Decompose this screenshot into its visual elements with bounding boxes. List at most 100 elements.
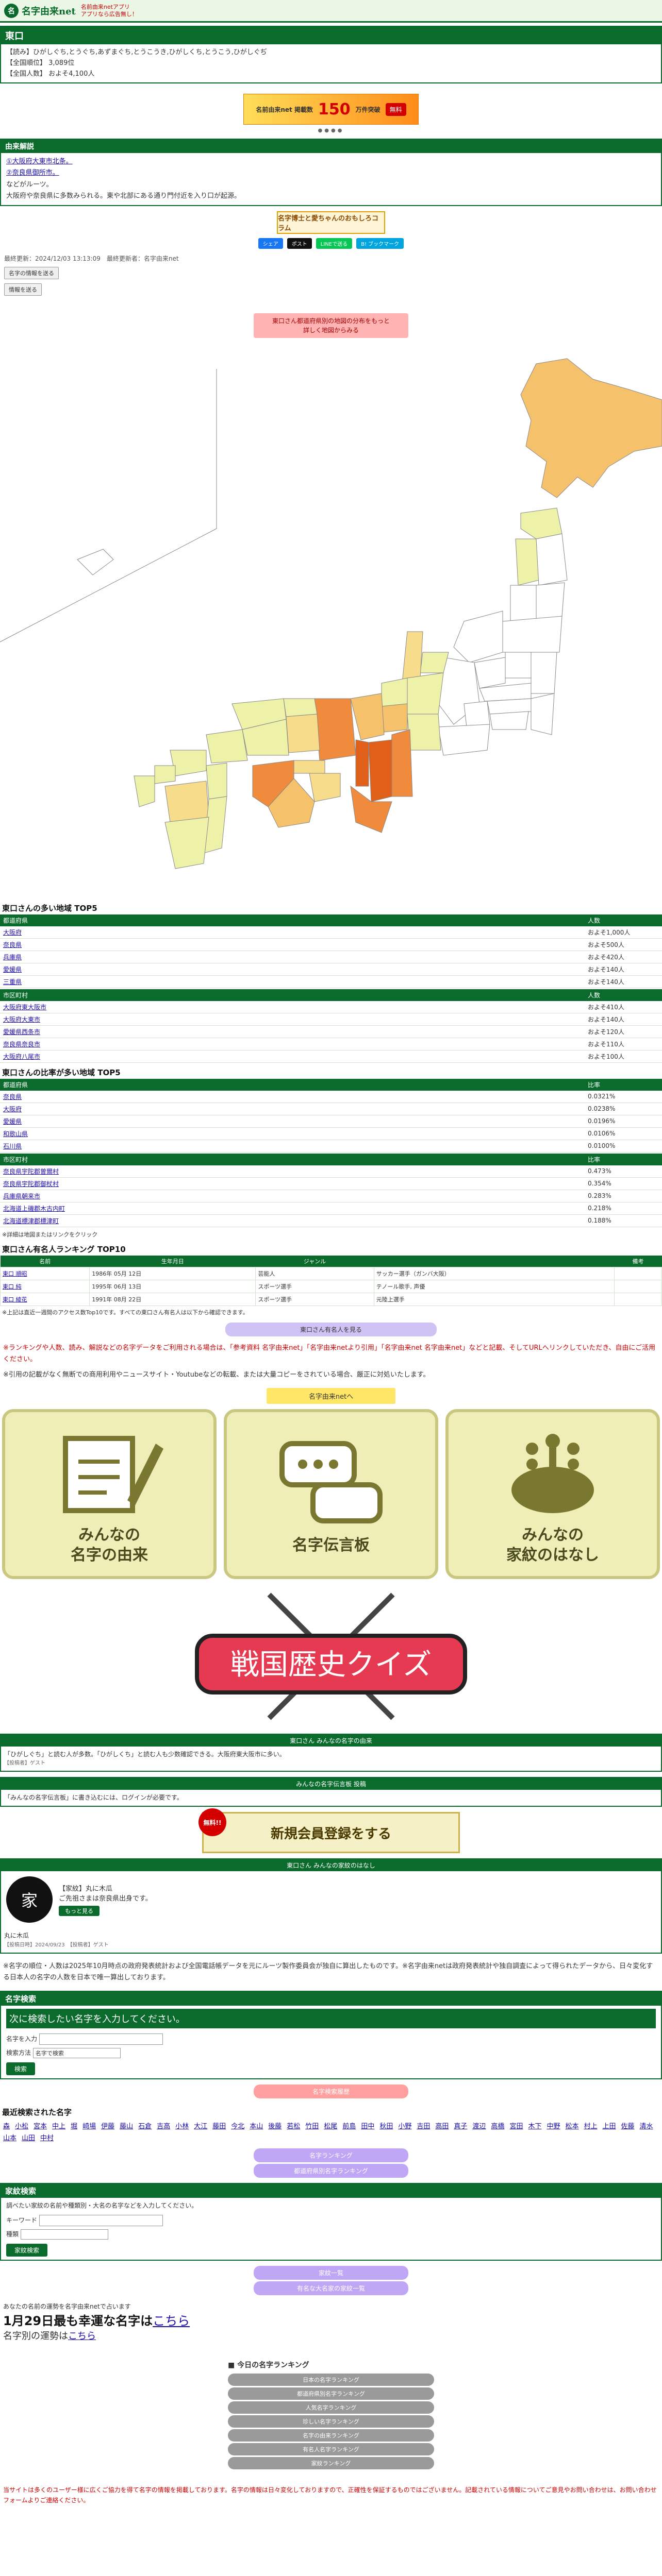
kamon-more-button[interactable]: もっと見る (59, 1906, 100, 1917)
recent-name-link[interactable]: 山本 (3, 2134, 16, 2142)
more-famous-button[interactable]: 東口さん有名人を見る (225, 1322, 437, 1336)
facebook-share-button[interactable]: シェア (258, 238, 283, 249)
pref-link[interactable]: 愛媛県 (3, 1118, 22, 1125)
recent-name-link[interactable]: 後藤 (268, 2123, 282, 2130)
recent-name-link[interactable]: 真子 (454, 2123, 467, 2130)
recent-name-link[interactable]: 渡辺 (472, 2123, 486, 2130)
pref-link[interactable]: 大阪府 (3, 929, 22, 936)
recent-name-link[interactable]: 上田 (603, 2123, 616, 2130)
pref-fukui[interactable] (381, 677, 408, 707)
recent-name-link[interactable]: 森 (3, 2123, 10, 2130)
pref-yamagata[interactable] (510, 585, 537, 622)
column-banner[interactable]: 名字博士と愛ちゃんのおもしろコラム (277, 211, 385, 234)
pref-oita[interactable] (206, 762, 227, 800)
pref-shizuoka[interactable] (438, 724, 490, 756)
pref-link[interactable]: 石川県 (3, 1143, 22, 1150)
city-link[interactable]: 奈良県宇陀郡曽爾村 (3, 1168, 59, 1175)
recent-name-link[interactable]: 村上 (584, 2123, 598, 2130)
recent-name-link[interactable]: 宮本 (34, 2123, 47, 2130)
site-link-button[interactable]: 名字由来netへ (267, 1388, 395, 1404)
register-button[interactable]: 無料!! 新規会員登録をする (198, 1808, 460, 1854)
recent-name-link[interactable]: 堀 (71, 2123, 77, 2130)
recent-name-link[interactable]: 宮田 (509, 2123, 523, 2130)
recent-name-link[interactable]: 山田 (22, 2134, 35, 2142)
report-button[interactable]: 情報を送る (4, 283, 42, 296)
pref-yamaguchi[interactable] (206, 729, 248, 764)
surname-ranking-button[interactable]: 名字ランキング (254, 2148, 408, 2162)
pref-akita[interactable] (515, 538, 539, 586)
recent-name-link[interactable]: 竹田 (305, 2123, 319, 2130)
daily-med-link[interactable]: こちら (68, 2331, 96, 2342)
pref-shiga[interactable] (381, 703, 408, 733)
pref-nagasaki[interactable] (134, 775, 155, 807)
pref-chiba[interactable] (531, 693, 555, 735)
pref-yamanashi[interactable] (464, 701, 490, 727)
famous-name[interactable]: 東口 綾花 (3, 1296, 27, 1303)
recent-name-link[interactable]: 藤山 (120, 2123, 133, 2130)
ranking-list-item[interactable]: 珍しい名字ランキング (228, 2415, 434, 2428)
hatena-bookmark-button[interactable]: B! ブックマーク (356, 238, 404, 249)
line-share-button[interactable]: LINEで送る (316, 238, 353, 249)
city-link[interactable]: 愛媛県西条市 (3, 1028, 40, 1036)
ad-banner[interactable]: 名前由来net 掲載数 150 万件突破 無料 (243, 94, 419, 125)
search-method-select[interactable]: 名字で検索 (32, 2047, 121, 2058)
recent-name-link[interactable]: 中上 (52, 2123, 65, 2130)
pref-kumamoto[interactable] (164, 781, 209, 823)
recent-name-link[interactable]: 本山 (250, 2123, 263, 2130)
recent-name-link[interactable]: 松尾 (324, 2123, 337, 2130)
pref-link[interactable]: 奈良県 (3, 941, 22, 948)
city-link[interactable]: 奈良県奈良市 (3, 1041, 40, 1048)
recent-name-link[interactable]: 吉高 (157, 2123, 170, 2130)
pref-aomori[interactable] (520, 507, 562, 539)
pref-aichi[interactable] (407, 714, 441, 751)
family-crest-icon[interactable]: 家 (6, 1876, 53, 1923)
recent-name-link[interactable]: 松本 (565, 2123, 578, 2130)
city-link[interactable]: 大阪府大東市 (3, 1016, 40, 1023)
recent-name-link[interactable]: 崎場 (82, 2123, 96, 2130)
pref-kyoto[interactable] (350, 693, 385, 740)
kamon-type-select[interactable] (20, 2229, 108, 2240)
map-detail-link[interactable]: 東口さん都道府県別の地図の分布をもっと 詳しく地図からみる (254, 313, 408, 338)
pref-okinawa[interactable] (77, 549, 114, 575)
pref-hokkaido[interactable] (520, 358, 662, 498)
pref-kagoshima[interactable] (164, 817, 209, 869)
recent-name-link[interactable]: 佐藤 (621, 2123, 635, 2130)
recent-name-link[interactable]: 石倉 (138, 2123, 152, 2130)
app-note[interactable]: 名前由来netアプリ アプリなら広告無し！ (81, 4, 138, 17)
pref-link[interactable]: 大阪府 (3, 1106, 22, 1113)
tile-message-board[interactable]: 名字伝言板 (224, 1409, 438, 1580)
recent-name-link[interactable]: 高田 (435, 2123, 449, 2130)
recent-name-link[interactable]: 高橋 (491, 2123, 504, 2130)
kamon-list-button[interactable]: 家紋一覧 (254, 2265, 408, 2280)
kamon-search-button[interactable]: 家紋検索 (6, 2243, 48, 2257)
x-post-button[interactable]: ポスト (287, 238, 312, 249)
pref-toyama[interactable] (420, 652, 449, 673)
city-link[interactable]: 大阪府八尾市 (3, 1053, 40, 1060)
daily-big-link[interactable]: こちら (153, 2314, 190, 2328)
tile-surname-origin[interactable]: みんなの 名字の由来 (2, 1409, 217, 1580)
pref-niigata[interactable] (453, 611, 503, 663)
pref-link[interactable]: 和歌山県 (3, 1130, 28, 1138)
famous-name[interactable]: 東口 順昭 (3, 1270, 27, 1277)
pref-okayama[interactable] (286, 714, 320, 753)
recent-name-link[interactable]: 田中 (361, 2123, 374, 2130)
city-link[interactable]: 北海道上磯郡木古内町 (3, 1205, 65, 1212)
pref-iwate[interactable] (536, 533, 568, 586)
pref-ibaraki[interactable] (531, 652, 557, 694)
pref-tochigi[interactable] (505, 652, 532, 679)
ranking-list-item[interactable]: 都道府県別名字ランキング (228, 2387, 434, 2400)
pref-link[interactable]: 愛媛県 (3, 966, 22, 973)
ranking-list-item[interactable]: 人気名字ランキング (228, 2401, 434, 2414)
pref-gunma[interactable] (474, 657, 506, 689)
recent-name-link[interactable]: 大江 (194, 2123, 207, 2130)
recent-name-link[interactable]: 小松 (15, 2123, 28, 2130)
recent-name-link[interactable]: 中村 (40, 2134, 54, 2142)
pref-saga[interactable] (154, 765, 176, 784)
carousel-dots[interactable]: ●●●● (0, 128, 662, 133)
city-link[interactable]: 奈良県宇陀郡御杖村 (3, 1180, 59, 1188)
japan-distribution-map[interactable] (0, 343, 662, 900)
pref-nara[interactable] (368, 739, 392, 802)
recent-name-link[interactable]: 木下 (528, 2123, 541, 2130)
search-button[interactable]: 検索 (6, 2062, 36, 2075)
search-input[interactable] (39, 2033, 163, 2045)
